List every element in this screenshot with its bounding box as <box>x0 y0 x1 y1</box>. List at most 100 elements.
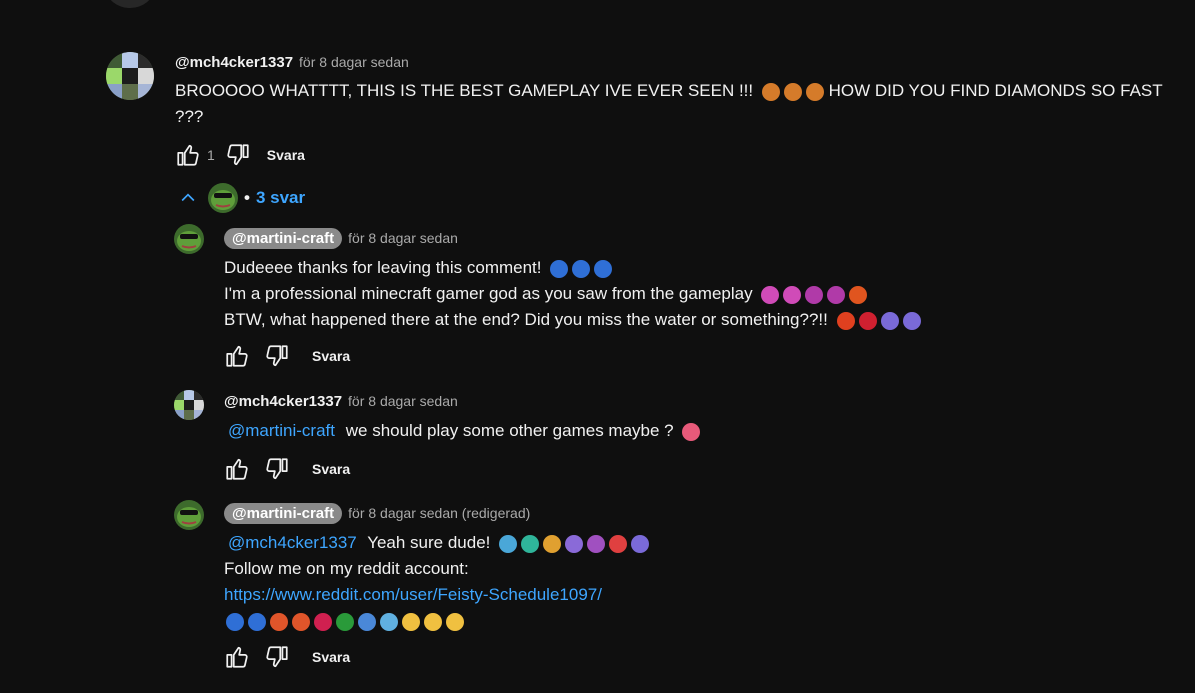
comment-text-line: Follow me on my reddit account: <box>224 559 469 578</box>
thumbs-down-icon[interactable] <box>264 456 290 482</box>
emoji-icon <box>248 612 266 631</box>
frog-avatar-icon <box>174 224 204 254</box>
emoji-icon <box>609 534 628 553</box>
emoji-icon <box>587 534 606 553</box>
reply-comment: @mch4cker1337 för 8 dagar sedan @martini… <box>224 389 1124 484</box>
previous-avatar-fragment <box>106 0 154 8</box>
frog-avatar-icon <box>174 500 204 530</box>
replies-toggle-button[interactable]: • 3 svar <box>178 183 305 213</box>
comment-timestamp[interactable]: för 8 dagar sedan (redigerad) <box>348 505 530 521</box>
emoji-icon <box>594 259 613 278</box>
comment-text-line: BTW, what happened there at the end? Did… <box>224 307 1124 333</box>
comment-author[interactable]: @mch4cker1337 <box>224 393 342 410</box>
reply-button[interactable]: Svara <box>267 147 305 163</box>
avatar[interactable] <box>174 224 204 254</box>
emoji-icon <box>543 534 562 553</box>
avatar[interactable] <box>174 390 204 420</box>
emoji-icon <box>270 612 288 631</box>
avatar[interactable] <box>174 500 204 530</box>
comment-text-line: we should play some other games maybe ? <box>345 421 674 440</box>
creator-author-chip[interactable]: @martini-craft <box>224 502 343 524</box>
emoji-group <box>226 612 464 631</box>
comment-text-line: I'm a professional minecraft gamer god a… <box>224 281 1124 307</box>
emoji-icon <box>783 82 802 101</box>
emoji-group <box>761 285 868 304</box>
emoji-group <box>499 534 650 553</box>
mention-link[interactable]: @martini-craft <box>224 421 335 440</box>
thumbs-up-icon[interactable] <box>224 456 250 482</box>
emoji-icon <box>827 285 846 304</box>
comment-text-line: Dudeeee thanks for leaving this comment! <box>224 255 1124 281</box>
emoji-icon <box>521 534 540 553</box>
comment-timestamp[interactable]: för 8 dagar sedan <box>348 230 458 246</box>
emoji-icon <box>446 612 464 631</box>
comment-timestamp[interactable]: för 8 dagar sedan <box>348 393 458 409</box>
thumbs-up-icon[interactable] <box>175 142 201 168</box>
emoji-icon <box>572 259 591 278</box>
comment-text-line: ??? <box>175 107 204 126</box>
chevron-up-icon <box>181 193 195 202</box>
emoji-icon <box>550 259 569 278</box>
mention-link[interactable]: @mch4cker1337 <box>224 533 357 552</box>
comment-author[interactable]: @mch4cker1337 <box>175 54 293 71</box>
separator-dot: • <box>244 188 250 207</box>
emoji-icon <box>836 311 855 330</box>
emoji-line <box>224 608 1124 634</box>
emoji-icon <box>336 612 354 631</box>
pixel-avatar-icon <box>106 52 154 100</box>
thumbs-down-icon[interactable] <box>225 142 251 168</box>
emoji-icon <box>565 534 584 553</box>
comment-text-line: BROOOOO WHATTTT, THIS IS THE BEST GAMEPL… <box>175 81 754 100</box>
reply-button[interactable]: Svara <box>312 649 350 665</box>
emoji-icon <box>314 612 332 631</box>
reply-comment: @martini-craft för 8 dagar sedan (redige… <box>224 501 1124 672</box>
comment-text-line: https://www.reddit.com/user/Feisty-Sched… <box>224 582 1124 608</box>
thumbs-up-icon[interactable] <box>224 343 250 369</box>
replies-count: 3 svar <box>255 188 306 207</box>
emoji-icon <box>292 612 310 631</box>
comment-text-line: I'm a professional minecraft gamer god a… <box>224 284 753 303</box>
comment-text-line: Yeah sure dude! <box>367 533 491 552</box>
thumbs-down-icon[interactable] <box>264 644 290 670</box>
emoji-group <box>761 82 824 101</box>
comment-thread: @mch4cker1337 för 8 dagar sedan BROOOOO … <box>175 50 1163 170</box>
reply-author-avatar <box>208 183 238 213</box>
emoji-group <box>836 311 921 330</box>
emoji-icon <box>631 534 650 553</box>
comment-text-line: Dudeeee thanks for leaving this comment! <box>224 258 542 277</box>
emoji-icon <box>380 612 398 631</box>
emoji-icon <box>858 311 877 330</box>
emoji-icon <box>761 285 780 304</box>
like-count: 1 <box>207 147 215 163</box>
comment-timestamp[interactable]: för 8 dagar sedan <box>299 54 409 70</box>
emoji-icon <box>880 311 899 330</box>
reply-button[interactable]: Svara <box>312 461 350 477</box>
emoji-group <box>682 422 701 441</box>
emoji-icon <box>358 612 376 631</box>
pixel-avatar-icon <box>174 390 204 420</box>
comment-text-line: BTW, what happened there at the end? Did… <box>224 310 828 329</box>
comment-text-line: @martini-craft we should play some other… <box>224 418 1124 444</box>
emoji-icon <box>761 82 780 101</box>
emoji-icon <box>902 311 921 330</box>
thumbs-down-icon[interactable] <box>264 343 290 369</box>
emoji-icon <box>805 82 824 101</box>
avatar[interactable] <box>106 52 154 100</box>
frog-avatar-icon <box>208 183 238 213</box>
emoji-icon <box>424 612 442 631</box>
reply-button[interactable]: Svara <box>312 348 350 364</box>
emoji-icon <box>682 422 701 441</box>
emoji-group <box>550 259 613 278</box>
emoji-icon <box>805 285 824 304</box>
emoji-icon <box>499 534 518 553</box>
external-link[interactable]: https://www.reddit.com/user/Feisty-Sched… <box>224 585 602 604</box>
emoji-icon <box>783 285 802 304</box>
creator-author-chip[interactable]: @martini-craft <box>224 227 343 249</box>
emoji-icon <box>402 612 420 631</box>
comment-text-line: @mch4cker1337 Yeah sure dude! <box>224 530 1124 556</box>
comment-text-line: HOW DID YOU FIND DIAMONDS SO FAST <box>828 81 1163 100</box>
comment-text: BROOOOO WHATTTT, THIS IS THE BEST GAMEPL… <box>175 78 1163 104</box>
emoji-icon <box>226 612 244 631</box>
thumbs-up-icon[interactable] <box>224 644 250 670</box>
reply-comment: @martini-craft för 8 dagar sedan Dudeeee… <box>224 226 1124 371</box>
